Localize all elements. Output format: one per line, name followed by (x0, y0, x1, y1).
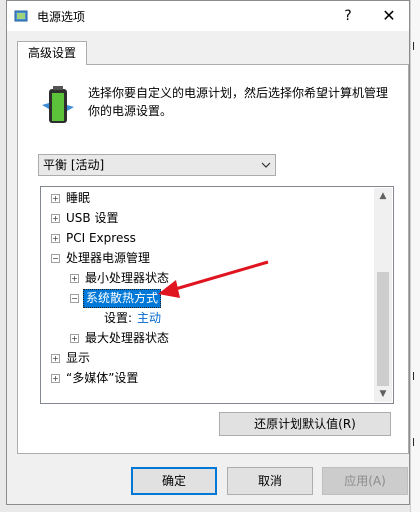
scrollbar-thumb[interactable] (377, 272, 389, 386)
power-plan-dropdown[interactable]: 平衡 [活动] (38, 154, 276, 176)
power-options-dialog: 电源选项 ? ✕ 高级设置 选择你要自定义的电源计划，然后选择你希望计算机管理你… (6, 0, 410, 505)
tree-item-min-processor-state[interactable]: + 最小处理器状态 (41, 269, 371, 287)
power-options-app-icon (14, 10, 28, 22)
expand-icon[interactable]: + (70, 274, 79, 283)
tree-item-label: 最小处理器状态 (85, 271, 170, 285)
tree-item-label: 处理器电源管理 (66, 251, 151, 265)
collapse-icon[interactable]: − (70, 294, 79, 303)
expand-icon[interactable]: + (51, 194, 60, 203)
tree-item-label: 最大处理器状态 (85, 331, 170, 345)
tree-item-label: 显示 (66, 351, 91, 365)
tree-item-label: 睡眠 (66, 191, 91, 205)
tree-item-label-selected: 系统散热方式 (83, 289, 162, 308)
vertical-scrollbar[interactable]: ▲ ▼ (374, 188, 392, 402)
restore-defaults-button[interactable]: 还原计划默认值(R) (219, 412, 391, 436)
tree-item-sleep[interactable]: + 睡眠 (41, 189, 371, 207)
tab-advanced-settings[interactable]: 高级设置 (17, 41, 87, 65)
expand-icon[interactable]: + (51, 214, 60, 223)
expand-icon[interactable]: + (51, 354, 60, 363)
background-window-text: l (412, 436, 416, 449)
advanced-settings-panel: 选择你要自定义的电源计划，然后选择你希望计算机管理你的电源设置。 平衡 [活动]… (17, 64, 409, 454)
scroll-up-icon[interactable]: ▲ (374, 188, 392, 204)
setting-label: 设置: (104, 311, 133, 325)
tree-item-pci-express[interactable]: + PCI Express (41, 229, 371, 247)
scroll-down-icon[interactable]: ▼ (374, 386, 392, 402)
power-plan-selected-value: 平衡 [活动] (43, 158, 105, 172)
expand-icon[interactable]: + (51, 374, 60, 383)
tree-item-display[interactable]: + 显示 (41, 349, 371, 367)
tree-item-label: “多媒体”设置 (66, 371, 139, 385)
window-title: 电源选项 (37, 10, 86, 24)
tree-item-usb[interactable]: + USB 设置 (41, 209, 371, 227)
close-button[interactable]: ✕ (371, 3, 407, 29)
title-bar: 电源选项 ? ✕ (7, 1, 409, 31)
tree-item-label: PCI Express (66, 231, 136, 245)
ok-button[interactable]: 确定 (131, 467, 217, 495)
tree-item-multimedia[interactable]: + “多媒体”设置 (41, 369, 371, 387)
battery-plan-icon (42, 86, 74, 123)
settings-tree[interactable]: + 睡眠 + USB 设置 + PCI Express − 处理器电源管理 + … (40, 186, 394, 404)
background-window-text: l (412, 40, 416, 53)
help-button[interactable]: ? (330, 3, 366, 29)
apply-button[interactable]: 应用(A) (322, 467, 408, 495)
tree-item-cooling-setting[interactable]: 设置: 主动 (41, 309, 371, 327)
tree-item-system-cooling-policy[interactable]: − 系统散热方式 (41, 289, 371, 308)
tree-item-label: USB 设置 (66, 211, 119, 225)
chevron-down-icon (261, 162, 271, 168)
tree-item-processor-power[interactable]: − 处理器电源管理 (41, 249, 371, 267)
cancel-button[interactable]: 取消 (227, 467, 313, 495)
background-window-text: l (412, 370, 416, 383)
tree-item-max-processor-state[interactable]: + 最大处理器状态 (41, 329, 371, 347)
collapse-icon[interactable]: − (51, 254, 60, 263)
setting-value-link[interactable]: 主动 (137, 309, 161, 327)
expand-icon[interactable]: + (51, 234, 60, 243)
plan-description: 选择你要自定义的电源计划，然后选择你希望计算机管理你的电源设置。 (88, 86, 389, 118)
expand-icon[interactable]: + (70, 334, 79, 343)
